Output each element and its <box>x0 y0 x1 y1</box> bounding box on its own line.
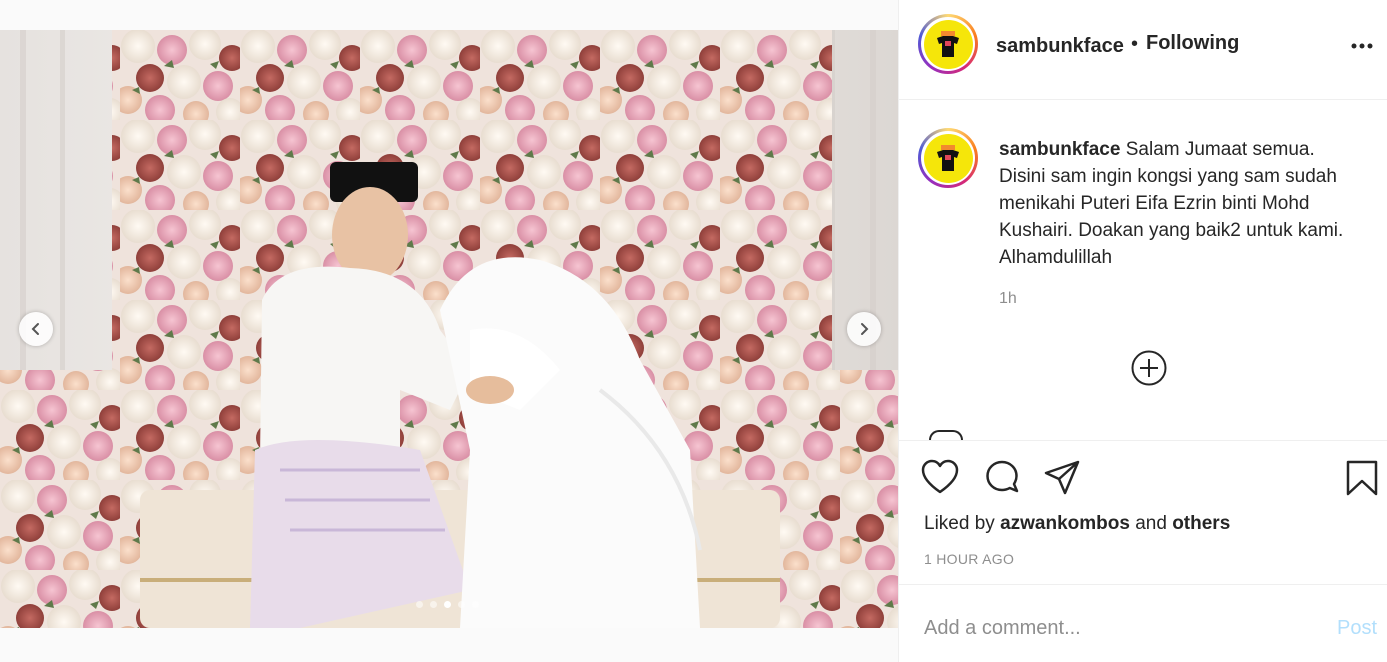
comment-avatar <box>929 430 963 440</box>
bookmark-icon <box>1346 460 1378 496</box>
post-actions: Liked by azwankombos and others 1 HOUR A… <box>899 440 1387 584</box>
like-button[interactable] <box>921 459 959 500</box>
load-more-comments-button[interactable] <box>1130 349 1168 392</box>
liked-by-user[interactable]: azwankombos <box>1000 513 1130 534</box>
plus-circle-icon <box>1131 350 1167 386</box>
send-icon <box>1044 460 1080 495</box>
tshirt-logo-icon <box>937 31 959 57</box>
post-side-panel: sambunkface • Following sambunkface Sala… <box>898 0 1387 662</box>
separator-dot: • <box>1131 33 1139 55</box>
liked-by-others[interactable]: others <box>1172 513 1230 534</box>
comment-bar: Post <box>899 584 1387 662</box>
carousel-indicators <box>416 601 479 608</box>
likes-connector: and <box>1135 513 1167 534</box>
heart-icon <box>921 459 959 494</box>
likes-prefix: Liked by <box>924 513 995 534</box>
previous-slide-button[interactable] <box>19 312 53 346</box>
caption-author-avatar[interactable] <box>918 128 978 188</box>
post-caption: sambunkface Salam Jumaat semua. Disini s… <box>999 136 1359 271</box>
more-options-button[interactable] <box>1351 36 1373 54</box>
share-button[interactable] <box>1043 459 1081 502</box>
carousel-dot <box>430 601 437 608</box>
add-comment-input[interactable] <box>924 613 1314 643</box>
following-button[interactable]: Following <box>1146 32 1239 55</box>
comment-bubble-icon <box>986 460 1019 493</box>
wedding-photo <box>0 30 898 628</box>
post-header: sambunkface • Following <box>899 0 1387 100</box>
carousel-dot <box>472 601 479 608</box>
carousel-dot <box>416 601 423 608</box>
carousel-dot-active <box>444 601 451 608</box>
tshirt-logo-icon <box>937 145 959 171</box>
next-slide-button[interactable] <box>847 312 881 346</box>
caption-username[interactable]: sambunkface <box>999 139 1120 160</box>
more-horizontal-icon <box>1351 43 1373 49</box>
author-username[interactable]: sambunkface <box>996 35 1124 58</box>
comment-button[interactable] <box>983 459 1021 502</box>
author-avatar[interactable] <box>918 14 978 74</box>
chevron-right-icon <box>861 323 869 335</box>
post-comment-button[interactable]: Post <box>1337 617 1377 640</box>
carousel-dot <box>458 601 465 608</box>
likes-summary: Liked by azwankombos and others <box>924 513 1230 535</box>
caption-time: 1h <box>999 290 1017 307</box>
post-timestamp[interactable]: 1 HOUR AGO <box>924 551 1014 567</box>
save-button[interactable] <box>1345 459 1379 502</box>
chevron-left-icon <box>31 323 39 335</box>
post-photo[interactable] <box>0 30 898 628</box>
